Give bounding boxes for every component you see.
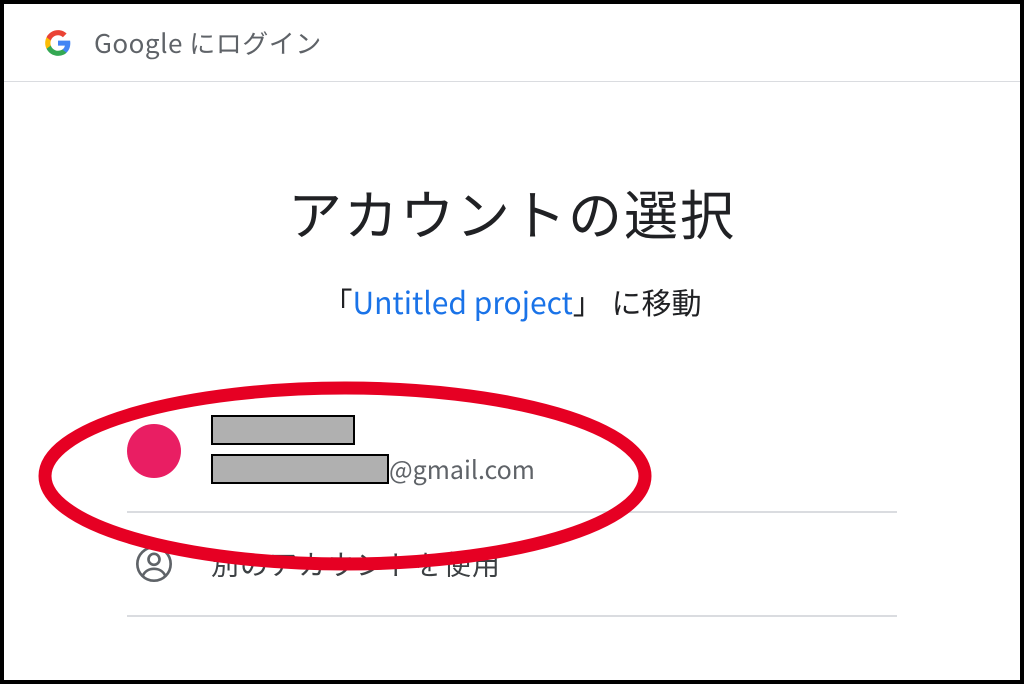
- account-list: @gmail.com 別のアカウントを使用: [127, 391, 897, 617]
- account-text: @gmail.com: [211, 415, 535, 487]
- page-title: アカウントの選択: [4, 172, 1020, 251]
- subtitle: 「Untitled project」 に移動: [4, 279, 1020, 323]
- header: Google にログイン: [4, 4, 1020, 82]
- project-link[interactable]: Untitled project: [352, 279, 572, 323]
- account-name-redacted: [211, 415, 355, 445]
- content: アカウントの選択 「Untitled project」 に移動 @gmail.c…: [4, 82, 1020, 617]
- account-email: @gmail.com: [211, 451, 535, 487]
- account-email-domain: @gmail.com: [389, 451, 535, 487]
- account-email-redacted: [211, 454, 389, 484]
- google-logo-icon: [44, 29, 72, 57]
- use-other-account-label: 別のアカウントを使用: [211, 544, 501, 584]
- use-other-account-row[interactable]: 別のアカウントを使用: [127, 513, 897, 617]
- account-row[interactable]: @gmail.com: [127, 391, 897, 513]
- avatar: [127, 424, 181, 478]
- bracket-open: 「: [322, 279, 352, 323]
- bracket-close: 」: [573, 279, 603, 323]
- subtitle-suffix: に移動: [612, 279, 702, 323]
- person-icon: [127, 537, 181, 591]
- header-title: Google にログイン: [94, 24, 322, 61]
